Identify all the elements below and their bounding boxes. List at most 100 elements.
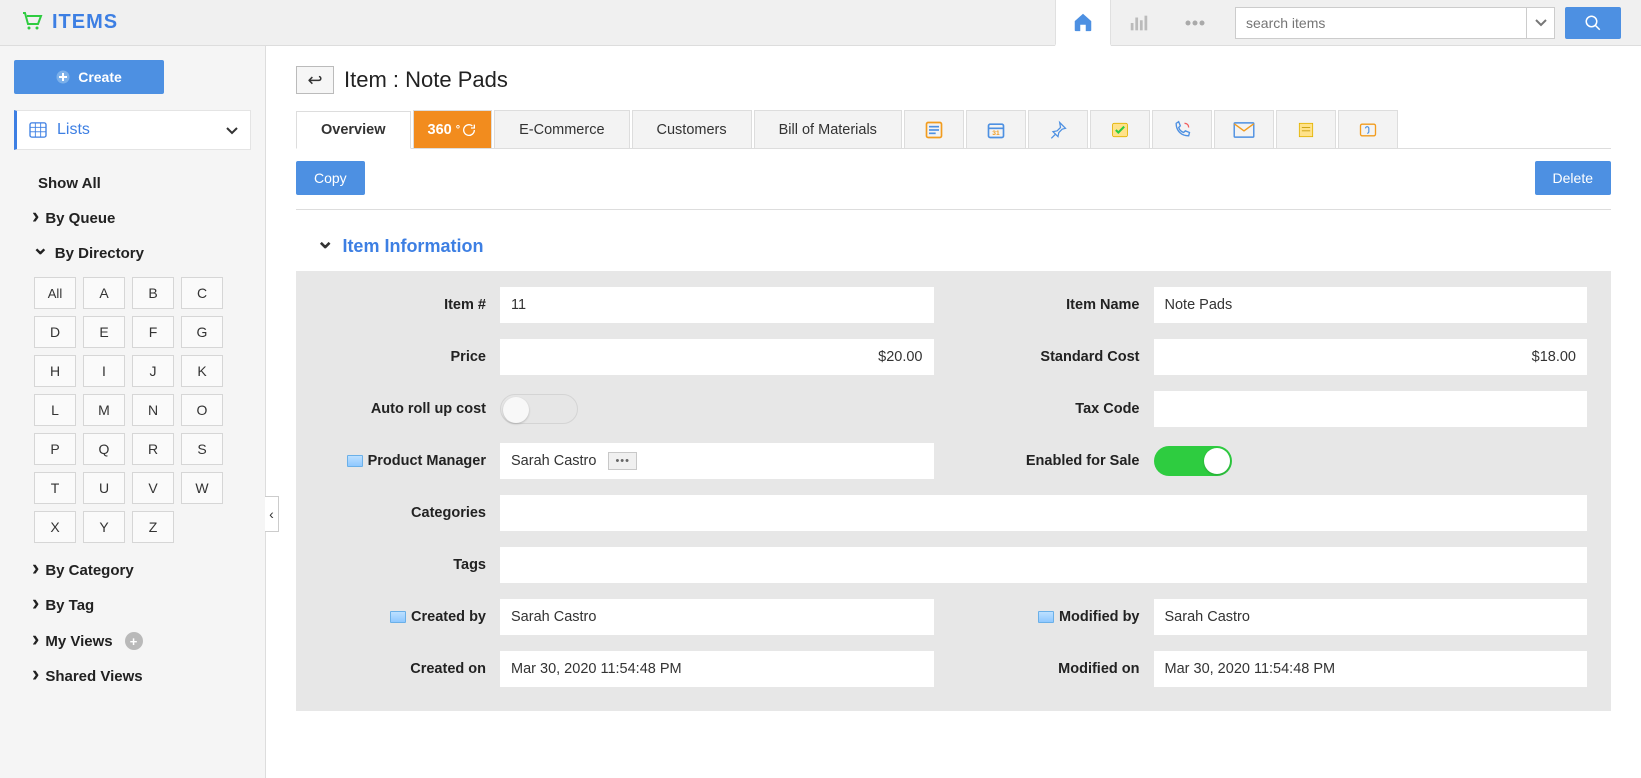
label-modified-by: Modified by — [974, 609, 1154, 625]
form-panel: Item #11 Item NameNote Pads Price$20.00 … — [296, 271, 1611, 711]
sidebar-collapse-handle[interactable]: ‹ — [265, 496, 279, 532]
search-button[interactable] — [1565, 7, 1621, 39]
lists-menu[interactable]: Lists — [14, 110, 251, 150]
home-icon[interactable] — [1055, 0, 1111, 46]
cart-icon — [20, 10, 44, 35]
toggle-enabled-for-sale[interactable] — [1154, 446, 1232, 476]
chevron-right-icon — [32, 633, 39, 650]
alpha-cell-i[interactable]: I — [83, 355, 125, 387]
page-title: Item : Note Pads — [344, 67, 508, 93]
alpha-cell-d[interactable]: D — [34, 316, 76, 348]
alpha-cell-c[interactable]: C — [181, 277, 223, 309]
divider — [296, 209, 1611, 210]
label-modified-on: Modified on — [974, 661, 1154, 677]
field-modified-on: Mar 30, 2020 11:54:48 PM — [1154, 651, 1588, 687]
sidebar-item-shared-views[interactable]: Shared Views — [32, 659, 251, 694]
field-modified-by: Sarah Castro — [1154, 599, 1588, 635]
alpha-cell-o[interactable]: O — [181, 394, 223, 426]
tab-360[interactable]: 360 ° — [413, 110, 493, 148]
alpha-cell-y[interactable]: Y — [83, 511, 125, 543]
toggle-auto-roll[interactable] — [500, 394, 578, 424]
alpha-cell-l[interactable]: L — [34, 394, 76, 426]
field-tags[interactable] — [500, 547, 1587, 583]
copy-button[interactable]: Copy — [296, 161, 365, 195]
chevron-right-icon — [32, 562, 39, 579]
alpha-cell-a[interactable]: A — [83, 277, 125, 309]
label-item-name: Item Name — [974, 297, 1154, 313]
create-button[interactable]: Create — [14, 60, 164, 94]
more-icon[interactable] — [1167, 0, 1223, 46]
sidebar-item-by-directory[interactable]: By Directory — [32, 236, 251, 271]
field-item-no[interactable]: 11 — [500, 287, 934, 323]
lists-label: Lists — [57, 121, 90, 139]
alpha-cell-q[interactable]: Q — [83, 433, 125, 465]
alpha-cell-v[interactable]: V — [132, 472, 174, 504]
alpha-cell-e[interactable]: E — [83, 316, 125, 348]
tab-mail-icon[interactable] — [1214, 110, 1274, 148]
label-product-manager: Product Manager — [320, 453, 500, 469]
alpha-cell-all[interactable]: All — [34, 277, 76, 309]
field-item-name[interactable]: Note Pads — [1154, 287, 1588, 323]
alpha-cell-p[interactable]: P — [34, 433, 76, 465]
field-categories[interactable] — [500, 495, 1587, 531]
alpha-cell-s[interactable]: S — [181, 433, 223, 465]
alpha-grid: AllABC DEFG HIJK LMNO PQRS TUVW XYZ — [32, 271, 251, 553]
field-tax-code[interactable] — [1154, 391, 1588, 427]
alpha-cell-u[interactable]: U — [83, 472, 125, 504]
label-item-no: Item # — [320, 297, 500, 313]
alpha-cell-g[interactable]: G — [181, 316, 223, 348]
tab-calendar-icon[interactable]: 31 — [966, 110, 1026, 148]
sidebar-item-show-all[interactable]: Show All — [32, 166, 251, 201]
tab-customers[interactable]: Customers — [632, 110, 752, 148]
tab-pin-icon[interactable] — [1028, 110, 1088, 148]
alpha-cell-b[interactable]: B — [132, 277, 174, 309]
alpha-cell-k[interactable]: K — [181, 355, 223, 387]
field-product-manager[interactable]: Sarah Castro••• — [500, 443, 934, 479]
alpha-cell-n[interactable]: N — [132, 394, 174, 426]
field-created-by: Sarah Castro — [500, 599, 934, 635]
tab-overview[interactable]: Overview — [296, 111, 411, 149]
tab-bom[interactable]: Bill of Materials — [754, 110, 902, 148]
label-enabled-for-sale: Enabled for Sale — [974, 453, 1154, 469]
alpha-cell-r[interactable]: R — [132, 433, 174, 465]
tab-form-icon[interactable] — [904, 110, 964, 148]
chevron-right-icon — [32, 597, 39, 614]
refresh-icon: ° — [456, 124, 460, 136]
field-price[interactable]: $20.00 — [500, 339, 934, 375]
tab-attachment-icon[interactable] — [1338, 110, 1398, 148]
alpha-cell-t[interactable]: T — [34, 472, 76, 504]
plus-circle-icon — [56, 70, 70, 84]
alpha-cell-f[interactable]: F — [132, 316, 174, 348]
alpha-cell-x[interactable]: X — [34, 511, 76, 543]
sidebar-item-my-views[interactable]: My Views+ — [32, 623, 251, 659]
add-view-icon[interactable]: + — [125, 632, 143, 650]
tab-note-icon[interactable] — [1276, 110, 1336, 148]
alpha-cell-m[interactable]: M — [83, 394, 125, 426]
alpha-cell-j[interactable]: J — [132, 355, 174, 387]
contact-more-icon[interactable]: ••• — [608, 452, 637, 470]
tab-task-icon[interactable] — [1090, 110, 1150, 148]
brand: ITEMS — [20, 10, 118, 35]
tab-phone-icon[interactable] — [1152, 110, 1212, 148]
back-button[interactable]: ↩ — [296, 66, 334, 94]
bars-icon[interactable] — [1111, 0, 1167, 46]
chevron-down-icon — [32, 245, 49, 262]
delete-button[interactable]: Delete — [1535, 161, 1611, 195]
tabs-row: Overview 360 ° E-Commerce Customers Bill… — [296, 110, 1611, 149]
search-input-wrap — [1235, 7, 1555, 39]
field-standard-cost[interactable]: $18.00 — [1154, 339, 1588, 375]
alpha-cell-w[interactable]: W — [181, 472, 223, 504]
section-item-information[interactable]: Item Information — [296, 224, 1611, 271]
tab-ecommerce[interactable]: E-Commerce — [494, 110, 629, 148]
alpha-cell-h[interactable]: H — [34, 355, 76, 387]
search-input[interactable] — [1236, 15, 1526, 31]
sidebar-item-by-tag[interactable]: By Tag — [32, 588, 251, 623]
chevron-down-icon — [316, 236, 334, 257]
label-price: Price — [320, 349, 500, 365]
search-dropdown[interactable] — [1526, 7, 1554, 39]
sidebar-item-by-queue[interactable]: By Queue — [32, 201, 251, 236]
topbar: ITEMS — [0, 0, 1641, 46]
alpha-cell-z[interactable]: Z — [132, 511, 174, 543]
sidebar-item-by-category[interactable]: By Category — [32, 553, 251, 588]
svg-text:31: 31 — [992, 130, 1000, 137]
